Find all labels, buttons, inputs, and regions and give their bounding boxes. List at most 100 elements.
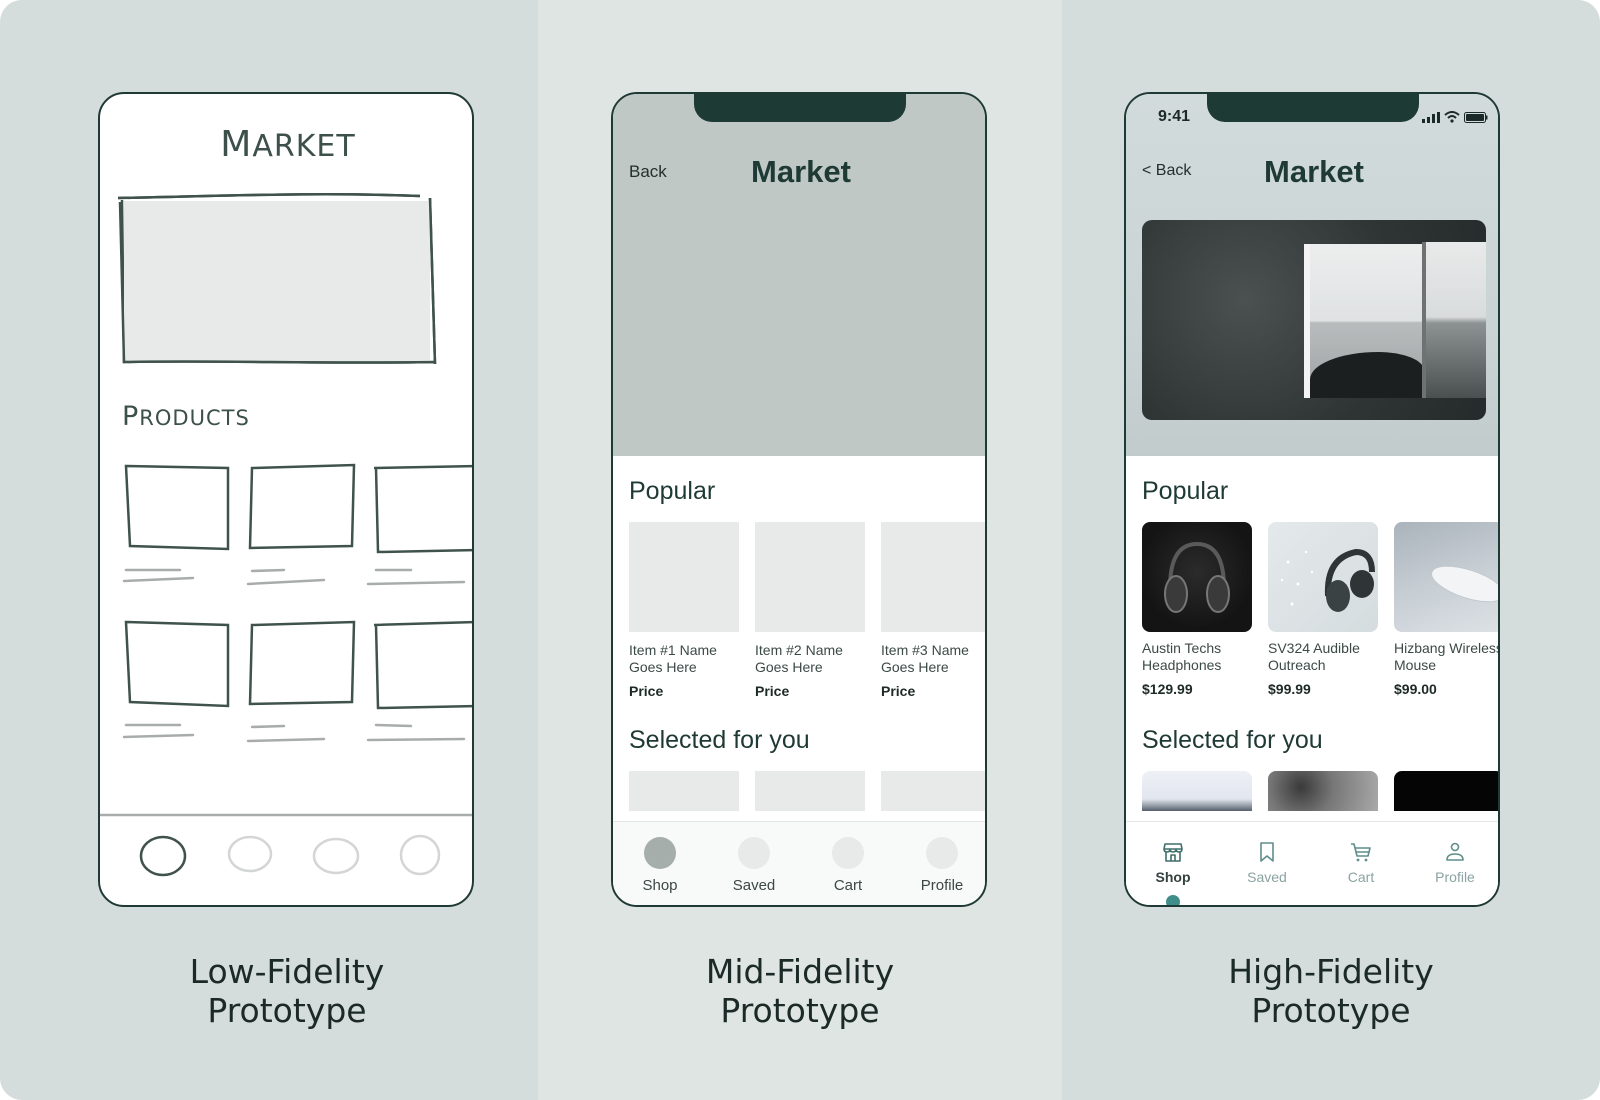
tab-cart[interactable]: Cart (801, 822, 895, 905)
mouse-illustration (1431, 565, 1498, 603)
hero-banner-image[interactable] (1142, 220, 1486, 420)
product-card[interactable]: SV324 Audible Outreach $99.99 (1268, 522, 1378, 697)
selected-carousel[interactable] (1142, 771, 1498, 811)
product-name: Item #2 Name Goes Here (755, 642, 843, 675)
caption-line: Mid-Fidelity (705, 952, 895, 991)
mid-fidelity-phone: Back Market Popular Item #1 Name Goes He… (611, 92, 987, 907)
sketch-product-row-1 (124, 463, 472, 554)
signal-icon (1422, 111, 1440, 123)
bookmark-icon (1260, 842, 1274, 862)
sketch-title-initial: M (220, 124, 253, 165)
popular-heading: Popular (1142, 477, 1229, 505)
store-icon (1163, 843, 1183, 862)
tab-saved[interactable]: Saved (707, 822, 801, 905)
tab-label: Profile (1435, 869, 1475, 885)
sketch-title: MARKET (100, 124, 472, 165)
product-card[interactable]: Hizbang Wireless Mouse $99.00 (1394, 522, 1500, 697)
caption-high-fidelity: High-Fidelity Prototype (1062, 952, 1600, 1030)
book-page-right (1426, 242, 1486, 398)
sketch-nav-circle-active (139, 835, 187, 877)
popular-carousel[interactable]: Item #1 Name Goes Here Price Item #2 Nam… (629, 522, 985, 699)
selected-card-placeholder[interactable] (881, 771, 985, 811)
product-card[interactable]: Item #3 Name Goes Here Price (881, 522, 985, 699)
tab-label: Shop (642, 877, 678, 894)
caption-line: Prototype (720, 991, 880, 1030)
tab-profile[interactable]: Profile (1408, 822, 1498, 905)
product-price: Price (629, 683, 664, 699)
sketch-drawing (100, 193, 472, 877)
active-tab-indicator (1166, 895, 1180, 905)
battery-icon (1464, 111, 1488, 123)
selected-card-placeholder[interactable] (755, 771, 865, 811)
selected-carousel[interactable] (629, 771, 985, 811)
tab-label: Profile (920, 877, 964, 894)
product-image-placeholder (629, 522, 739, 632)
product-name: Hizbang Wireless Mouse (1394, 640, 1500, 673)
caption-line: Prototype (207, 991, 367, 1030)
selected-card-image[interactable] (1394, 771, 1498, 811)
tab-label: Saved (732, 877, 776, 894)
wifi-icon (1444, 111, 1460, 123)
product-price: $99.99 (1268, 681, 1311, 697)
product-image-mouse (1394, 522, 1498, 632)
tab-bar: Shop Saved Cart Profile (613, 821, 985, 905)
product-name: SV324 Audible Outreach (1268, 640, 1360, 673)
headphones-illustration (1280, 548, 1375, 612)
cart-icon (1351, 843, 1371, 862)
tab-icon-placeholder (926, 837, 958, 869)
product-price: Price (881, 683, 916, 699)
tab-shop[interactable]: Shop (1126, 822, 1220, 905)
page-title: Market (751, 154, 851, 189)
popular-carousel[interactable]: Austin Techs Headphones $129.99 SV324 Au… (1142, 522, 1500, 697)
comparison-canvas: MARKET PRODUCTS Back Market Popular Item… (0, 0, 1600, 1100)
product-image-headphones (1142, 522, 1252, 632)
hero-placeholder (613, 94, 985, 456)
selected-card-placeholder[interactable] (629, 771, 739, 811)
selected-heading: Selected for you (1142, 726, 1323, 754)
product-card[interactable]: Item #1 Name Goes Here Price (629, 522, 739, 699)
high-fidelity-phone: 9:41 < Back Market Popular Austin Techs … (1124, 92, 1500, 907)
tab-label: Cart (833, 877, 863, 894)
device-notch (694, 94, 906, 122)
sketch-title-rest: ARKET (252, 129, 356, 164)
tab-icon-placeholder (738, 837, 770, 869)
selected-heading: Selected for you (629, 726, 810, 754)
tab-cart[interactable]: Cart (1314, 822, 1408, 905)
tab-shop[interactable]: Shop (613, 822, 707, 905)
tab-saved[interactable]: Saved (1220, 822, 1314, 905)
caption-line: High-Fidelity (1228, 952, 1434, 991)
status-icons (1422, 111, 1488, 123)
sketch-section-rest: RODUCTS (139, 406, 250, 430)
caption-line: Prototype (1251, 991, 1411, 1030)
caption-low-fidelity: Low-Fidelity Prototype (31, 952, 543, 1030)
sketch-nav-circle (227, 835, 273, 873)
tab-icon-placeholder (832, 837, 864, 869)
status-time: 9:41 (1158, 108, 1191, 125)
product-card[interactable]: Item #2 Name Goes Here Price (755, 522, 865, 699)
sketch-text-lines-row-1 (122, 568, 466, 586)
product-price: $99.00 (1394, 681, 1437, 697)
tab-profile[interactable]: Profile (895, 822, 985, 905)
product-name: Item #3 Name Goes Here (881, 642, 969, 675)
caption-mid-fidelity: Mid-Fidelity Prototype (538, 952, 1062, 1030)
low-fidelity-phone: MARKET PRODUCTS (98, 92, 474, 907)
headphones-illustration (1164, 541, 1230, 613)
product-card[interactable]: Austin Techs Headphones $129.99 (1142, 522, 1252, 697)
sketch-section-title: PRODUCTS (122, 401, 250, 432)
product-image-placeholder (755, 522, 865, 632)
sketch-nav-circle (312, 837, 360, 875)
tab-bar: Shop Saved Cart Profile (1126, 821, 1498, 905)
selected-card-image[interactable] (1142, 771, 1252, 811)
user-icon (1446, 842, 1464, 861)
tab-label: Cart (1347, 869, 1375, 885)
selected-card-image[interactable] (1268, 771, 1378, 811)
product-price: Price (755, 683, 790, 699)
sketch-product-row-2 (124, 620, 472, 710)
device-notch (1207, 94, 1419, 122)
sketch-section-initial: P (122, 401, 140, 432)
tab-icon-placeholder (644, 837, 676, 869)
sketch-hero-fill (124, 201, 430, 361)
tab-label: Shop (1155, 869, 1191, 885)
sketch-nav-circle (399, 834, 441, 876)
product-name: Item #1 Name Goes Here (629, 642, 717, 675)
